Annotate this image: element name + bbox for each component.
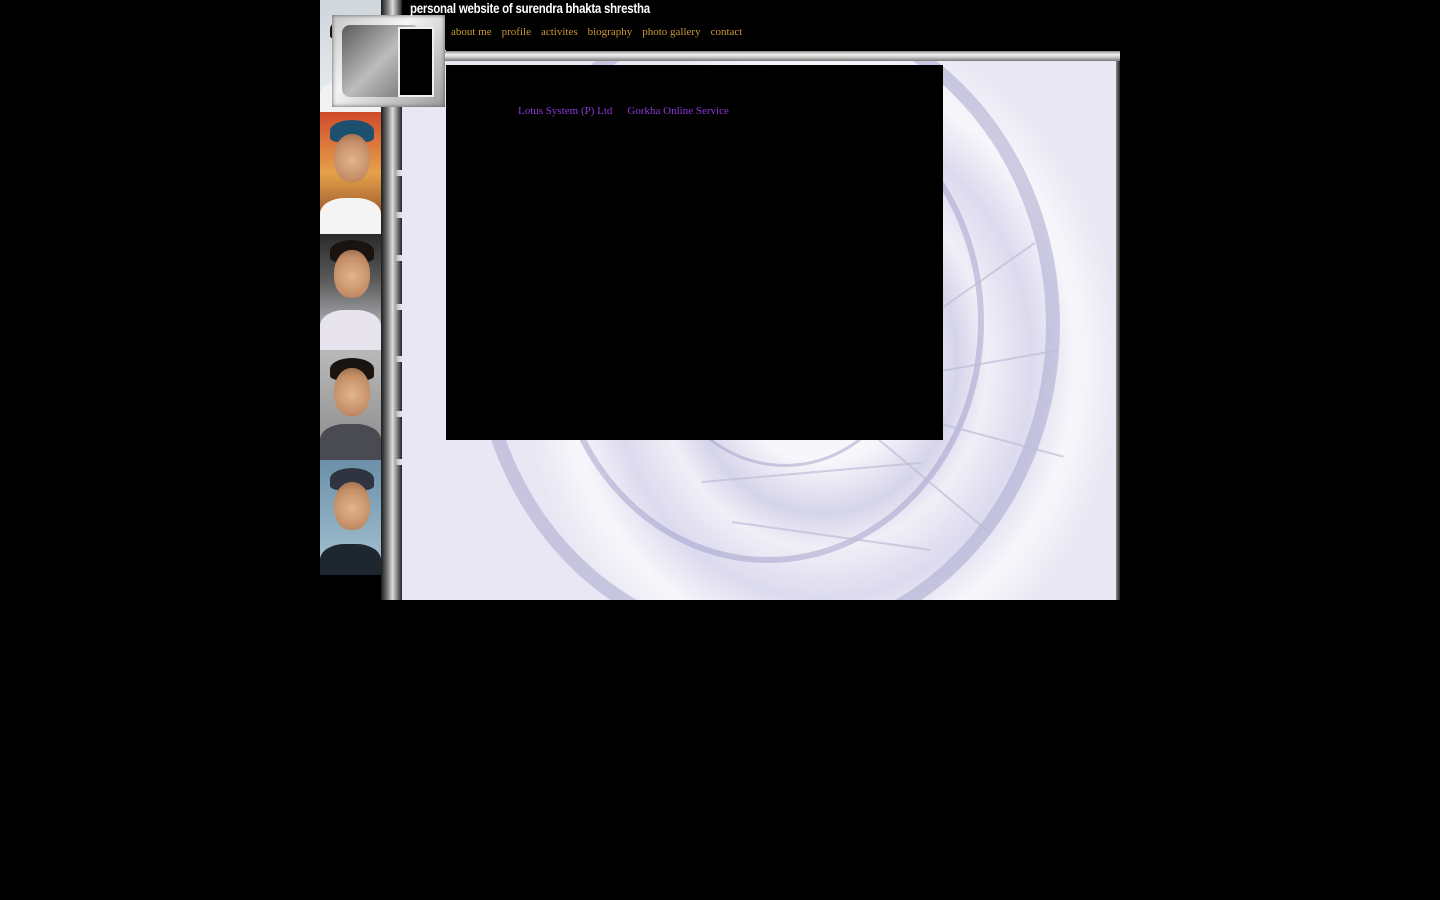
link-lotus-system[interactable]: Lotus System (P) Ltd (518, 104, 612, 118)
nav-profile[interactable]: profile (502, 25, 531, 41)
main-nav: about me profile activites biography pho… (451, 25, 742, 41)
nav-activites[interactable]: activites (541, 25, 578, 41)
site-title: personal website of surendra bhakta shre… (410, 0, 650, 16)
link-gorkha-online-service[interactable]: Gorkha Online Service (627, 104, 728, 118)
content-right-border (1116, 61, 1120, 600)
nav-biography[interactable]: biography (588, 25, 633, 41)
content-box: Lotus System (P) Ltd Gorkha Online Servi… (446, 65, 943, 440)
site-container: personal website of surendra bhakta shre… (320, 0, 1120, 600)
portrait-photo-3 (320, 234, 381, 350)
portrait-photo-4 (320, 350, 381, 460)
header-rule-bar (357, 51, 1120, 61)
company-links: Lotus System (P) Ltd Gorkha Online Servi… (518, 104, 729, 118)
portrait-photo-5 (320, 460, 381, 575)
nav-about-me[interactable]: about me (451, 25, 492, 41)
nav-photo-gallery[interactable]: photo gallery (642, 25, 700, 41)
decorative-frame (332, 15, 445, 107)
nav-contact[interactable]: contact (711, 25, 743, 41)
portrait-photo-2 (320, 112, 381, 234)
